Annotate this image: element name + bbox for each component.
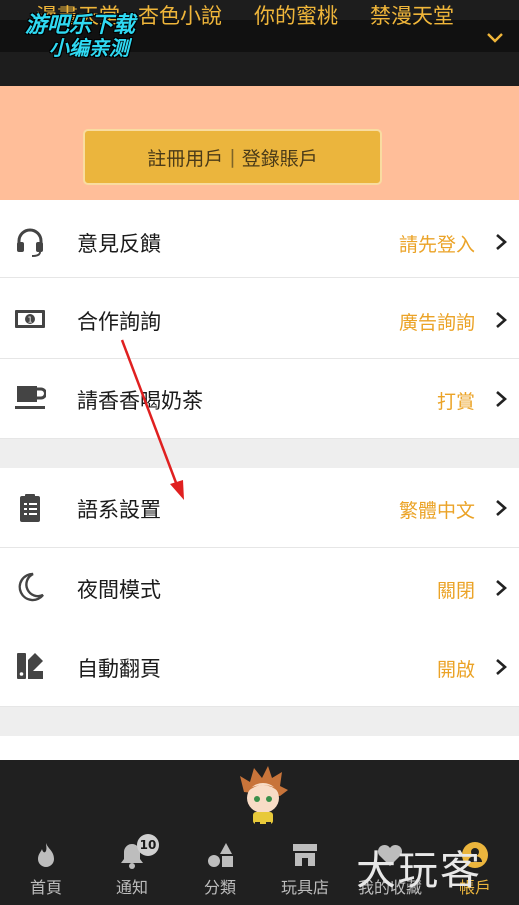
nav-toy-store[interactable]: 玩具店 [265, 840, 345, 898]
shapes-icon [208, 843, 233, 867]
nav-notifications[interactable]: 10 通知 [92, 834, 172, 898]
store-icon [293, 844, 317, 866]
bottom-navigation: 首頁 10 通知 分類 玩具店 我的收藏 帳戶 大玩客 [0, 760, 519, 905]
mascot-icon [240, 766, 288, 829]
nav-label: 玩具店 [280, 878, 329, 897]
nav-label: 首頁 [29, 878, 62, 897]
fire-icon [38, 843, 54, 867]
nav-label: 分類 [203, 878, 236, 897]
nav-label: 通知 [115, 878, 148, 897]
nav-home[interactable]: 首頁 [6, 840, 86, 898]
brand-overlay-mark: 大玩客 [356, 848, 482, 894]
nav-categories[interactable]: 分類 [180, 840, 260, 898]
notification-badge: 10 [137, 834, 159, 856]
